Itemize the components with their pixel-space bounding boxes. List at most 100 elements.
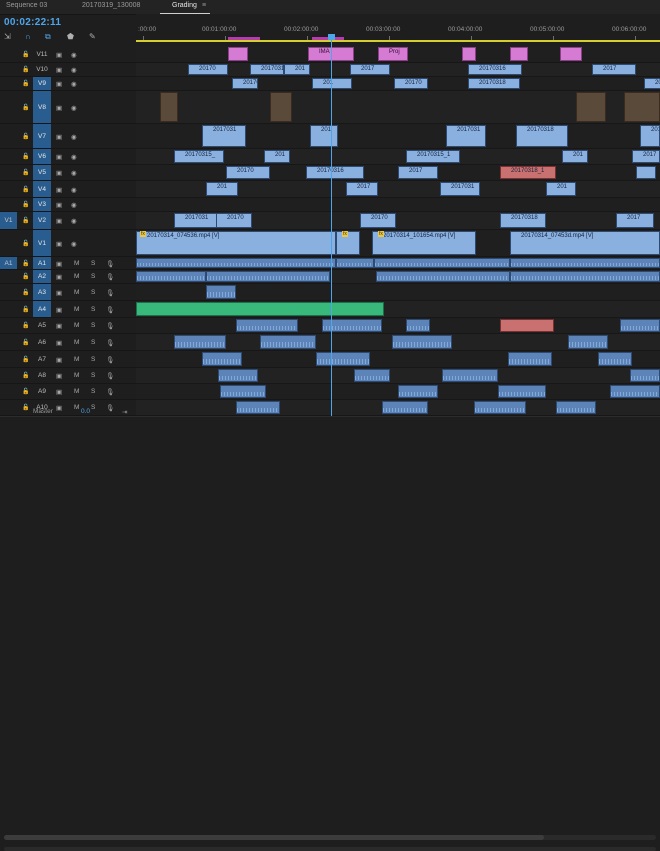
audio-clip[interactable] xyxy=(316,352,370,366)
tab-sequence-03[interactable]: Sequence 03 xyxy=(6,2,47,9)
source-patch-v2[interactable]: V1 xyxy=(0,212,17,229)
source-patch-a10[interactable] xyxy=(0,400,17,415)
source-patch-v8[interactable] xyxy=(0,91,17,123)
source-patch-a5[interactable] xyxy=(0,318,17,333)
video-clip[interactable] xyxy=(560,47,582,61)
sync-lock-icon[interactable]: ▣ xyxy=(56,404,62,412)
source-patch-a1[interactable]: A1 xyxy=(0,257,17,269)
sync-lock-icon[interactable]: ▣ xyxy=(56,186,62,194)
lock-icon[interactable]: 🔓 xyxy=(22,80,29,87)
video-clip[interactable]: 2017 xyxy=(592,64,636,75)
source-patch-a9[interactable] xyxy=(0,384,17,399)
video-clip[interactable] xyxy=(636,166,656,179)
video-clip[interactable]: 20170315_1 xyxy=(406,150,460,163)
solo-button[interactable]: S xyxy=(91,339,95,346)
solo-button[interactable]: S xyxy=(91,260,95,267)
track-lane-v1[interactable]: 20170314_074536.mp4 [V] 20170314_101654.m… xyxy=(136,230,660,257)
lock-icon[interactable]: 🔓 xyxy=(22,133,29,140)
lock-icon[interactable]: 🔓 xyxy=(22,217,29,224)
lock-icon[interactable]: 🔓 xyxy=(22,153,29,160)
source-patch-a3[interactable] xyxy=(0,284,17,300)
audio-clip[interactable] xyxy=(336,258,374,268)
audio-clip[interactable] xyxy=(510,258,660,268)
sync-lock-icon[interactable]: ▣ xyxy=(56,153,62,161)
video-clip[interactable]: 20170318_1 xyxy=(500,166,556,179)
audio-clip[interactable] xyxy=(174,335,226,349)
track-lane-v7[interactable]: 2017031 201 2017031 20170318 2017 xyxy=(136,124,660,149)
lock-icon[interactable]: 🔓 xyxy=(22,339,29,346)
video-clip[interactable]: 2017031 xyxy=(250,64,284,75)
track-name-a3[interactable]: A3 xyxy=(33,284,51,300)
mute-button[interactable]: M xyxy=(74,404,79,411)
audio-clip[interactable] xyxy=(508,352,552,366)
track-name-a2[interactable]: A2 xyxy=(33,270,51,283)
audio-clip[interactable] xyxy=(442,369,498,382)
track-name-v2[interactable]: V2 xyxy=(33,212,51,229)
video-clip[interactable]: 20170 xyxy=(188,64,228,75)
microphone-icon[interactable]: 🎙 xyxy=(106,356,114,364)
track-lane-v4[interactable]: 201 2017 2017031 201 xyxy=(136,181,660,198)
audio-clip[interactable] xyxy=(406,319,430,332)
audio-clip[interactable] xyxy=(236,319,298,332)
video-clip[interactable] xyxy=(462,47,476,61)
track-lane-a1[interactable] xyxy=(136,257,660,270)
lock-icon[interactable]: 🔓 xyxy=(22,322,29,329)
sync-lock-icon[interactable]: ▣ xyxy=(56,388,62,396)
eye-icon[interactable]: ◉ xyxy=(71,217,77,225)
lock-icon[interactable]: 🔓 xyxy=(22,240,29,247)
eye-icon[interactable]: ◉ xyxy=(71,133,77,141)
solo-button[interactable]: S xyxy=(91,306,95,313)
source-patch-v11[interactable] xyxy=(0,46,17,62)
solo-button[interactable]: S xyxy=(91,372,95,379)
video-clip[interactable]: 20170316 xyxy=(468,64,522,75)
source-patch-v4[interactable] xyxy=(0,181,17,197)
audio-clip[interactable] xyxy=(500,319,554,332)
source-patch-a6[interactable] xyxy=(0,334,17,350)
video-clip[interactable]: 20170318 xyxy=(468,78,520,89)
mute-button[interactable]: M xyxy=(74,339,79,346)
tab-grading[interactable]: Grading xyxy=(172,2,197,9)
video-clip[interactable]: 20170315_ xyxy=(174,150,224,163)
video-clip[interactable]: 20170 xyxy=(226,166,270,179)
track-name-a8[interactable]: A8 xyxy=(33,368,51,383)
audio-clip[interactable] xyxy=(620,319,660,332)
video-clip[interactable]: 20170314_074536.mp4 [V] xyxy=(136,231,336,255)
sync-lock-icon[interactable]: ▣ xyxy=(56,260,62,268)
mute-button[interactable]: M xyxy=(74,289,79,296)
video-clip[interactable] xyxy=(624,92,660,122)
solo-button[interactable]: S xyxy=(91,322,95,329)
audio-clip[interactable] xyxy=(218,369,258,382)
audio-clip[interactable] xyxy=(474,401,526,414)
track-lane-v5[interactable]: 20170 20170316 2017 20170318_1 xyxy=(136,165,660,181)
track-lane-v8[interactable] xyxy=(136,91,660,124)
track-lane-a9[interactable] xyxy=(136,384,660,400)
video-clip[interactable]: 201 xyxy=(312,78,352,89)
audio-clip[interactable] xyxy=(382,401,428,414)
audio-clip[interactable] xyxy=(374,258,510,268)
lock-icon[interactable]: 🔓 xyxy=(22,186,29,193)
audio-clip[interactable] xyxy=(206,271,330,282)
track-name-a4[interactable]: A4 xyxy=(33,301,51,317)
lock-icon[interactable]: 🔓 xyxy=(22,260,29,267)
audio-clip[interactable] xyxy=(556,401,596,414)
insert-snap-icon[interactable]: ⇲ xyxy=(4,32,11,42)
track-lane-v10[interactable]: 20170 2017031 201 2017 20170316 2017 xyxy=(136,63,660,77)
video-clip[interactable] xyxy=(510,47,528,61)
video-clip[interactable]: 2017031 xyxy=(232,78,258,89)
mute-button[interactable]: M xyxy=(74,372,79,379)
audio-clip[interactable] xyxy=(568,335,608,349)
playhead-timecode[interactable]: 00:02:22:11 xyxy=(4,17,61,28)
video-clip[interactable]: 2017 xyxy=(398,166,438,179)
audio-clip[interactable] xyxy=(236,401,280,414)
track-lane-v2[interactable]: 2017031 20170 20170 20170318 2017 xyxy=(136,212,660,230)
work-area-bar[interactable] xyxy=(136,40,660,42)
video-clip[interactable]: 20170 xyxy=(360,213,396,228)
lock-icon[interactable]: 🔓 xyxy=(22,356,29,363)
video-clip[interactable]: 201 xyxy=(562,150,588,163)
video-clip[interactable]: 2017 xyxy=(346,182,378,196)
eye-icon[interactable]: ◉ xyxy=(71,169,77,177)
track-name-a1[interactable]: A1 xyxy=(33,257,51,269)
mute-button[interactable]: M xyxy=(74,273,79,280)
sync-lock-icon[interactable]: ▣ xyxy=(56,306,62,314)
video-clip[interactable]: 201 xyxy=(284,64,310,75)
